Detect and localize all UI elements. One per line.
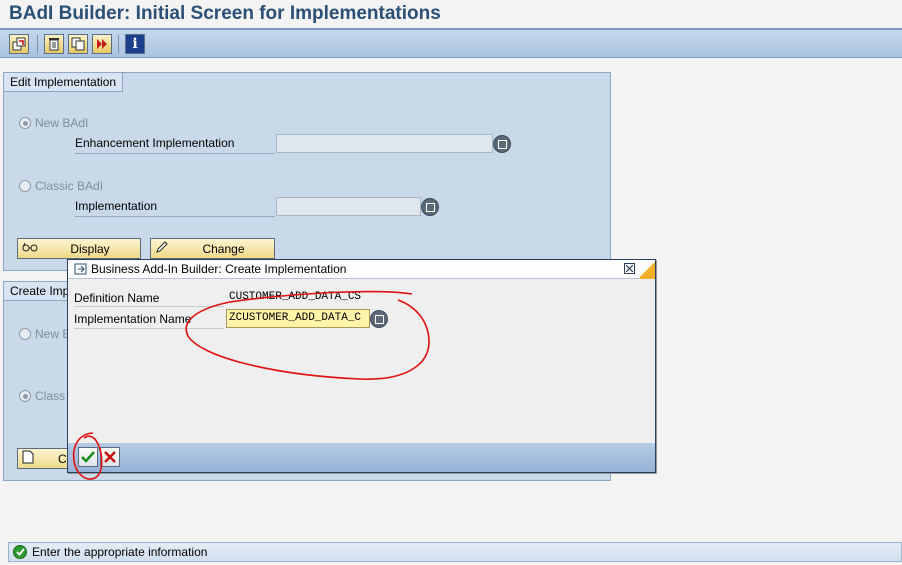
success-icon: [13, 545, 27, 559]
status-bar: Enter the appropriate information: [8, 542, 902, 562]
annotation-ellipse-implementation-name: [185, 290, 430, 380]
status-message: Enter the appropriate information: [32, 545, 208, 559]
red-annotation-overlay: [72, 290, 430, 480]
annotation-circle-check-button: [72, 432, 103, 480]
